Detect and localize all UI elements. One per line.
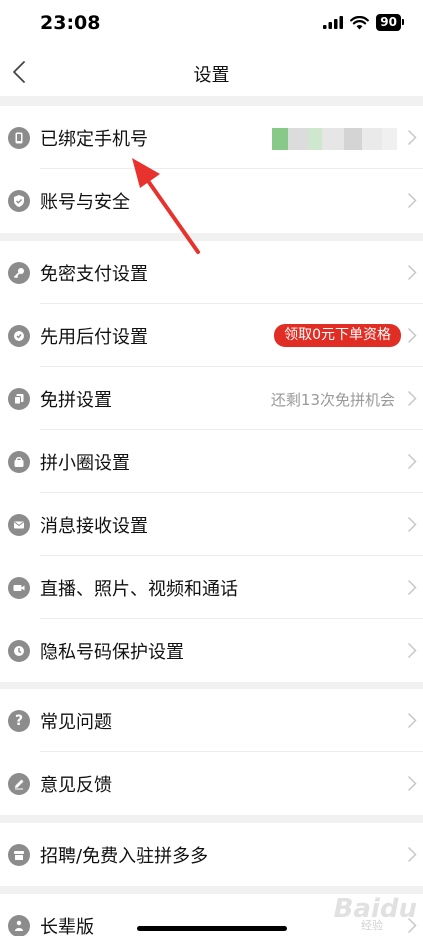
envelope-icon	[8, 514, 30, 536]
settings-row-label: 拼小圈设置	[40, 453, 130, 474]
page-title: 设置	[193, 65, 230, 86]
settings-row-circle[interactable]: 拼小圈设置	[0, 430, 423, 493]
home-indicator	[137, 926, 287, 931]
copy-icon	[8, 388, 30, 410]
settings-row-feedback[interactable]: 意见反馈	[0, 752, 423, 815]
settings-row-bound-phone[interactable]: 已绑定手机号	[0, 106, 423, 169]
settings-group-recruit: 招聘/免费入驻拼多多	[0, 823, 423, 886]
chevron-right-icon	[407, 129, 417, 146]
status-bar: 23:08 90	[0, 0, 423, 48]
settings-row-faq[interactable]: ? 常见问题	[0, 689, 423, 752]
chevron-right-icon	[407, 642, 417, 659]
settings-group-payment-privacy: 免密支付设置 先用后付设置 领取0元下单资格 免拼设置 还剩13次免拼机会 拼小…	[0, 241, 423, 682]
key-icon	[8, 262, 30, 284]
settings-row-media-call[interactable]: 直播、照片、视频和通话	[0, 556, 423, 619]
chevron-right-icon	[407, 390, 417, 407]
nav-bar: 设置	[0, 48, 423, 96]
battery-indicator: 90	[376, 14, 404, 31]
status-icons: 90	[323, 14, 404, 31]
settings-row-label: 消息接收设置	[40, 516, 148, 537]
pencil-icon	[8, 773, 30, 795]
settings-row-label: 意见反馈	[40, 775, 112, 796]
settings-row-label: 免拼设置	[40, 390, 112, 411]
settings-group-account: 已绑定手机号 账号与安全	[0, 106, 423, 233]
chevron-right-icon	[407, 453, 417, 470]
settings-row-label: 先用后付设置	[40, 327, 148, 348]
video-camera-icon	[8, 577, 30, 599]
status-time: 23:08	[40, 12, 101, 34]
phone-icon	[8, 127, 30, 149]
settings-row-label: 隐私号码保护设置	[40, 642, 184, 663]
settings-row-password-free-pay[interactable]: 免密支付设置	[0, 241, 423, 304]
shield-check-icon	[8, 190, 30, 212]
settings-row-label: 直播、照片、视频和通话	[40, 579, 238, 600]
privacy-shield-icon	[8, 640, 30, 662]
bag-icon	[8, 451, 30, 473]
settings-group-help: ? 常见问题 意见反馈	[0, 689, 423, 815]
chevron-right-icon	[407, 192, 417, 209]
signal-icon	[323, 16, 344, 29]
chevron-right-icon	[407, 846, 417, 863]
store-icon	[8, 844, 30, 866]
chevron-right-icon	[407, 712, 417, 729]
settings-row-privacy-number[interactable]: 隐私号码保护设置	[0, 619, 423, 682]
promo-badge[interactable]: 领取0元下单资格	[274, 324, 401, 347]
settings-row-label: 招聘/免费入驻拼多多	[40, 846, 209, 867]
elder-icon	[8, 915, 30, 936]
chevron-right-icon	[407, 327, 417, 344]
settings-row-account-security[interactable]: 账号与安全	[0, 169, 423, 232]
settings-row-group-free[interactable]: 免拼设置 还剩13次免拼机会	[0, 367, 423, 430]
chevron-right-icon	[407, 516, 417, 533]
masked-phone-number	[272, 128, 397, 150]
settings-row-value: 还剩13次免拼机会	[270, 391, 395, 409]
settings-row-label: 免密支付设置	[40, 264, 148, 285]
wifi-icon	[350, 15, 370, 29]
settings-row-recruit[interactable]: 招聘/免费入驻拼多多	[0, 823, 423, 886]
chevron-right-icon	[407, 579, 417, 596]
question-icon: ?	[8, 710, 30, 732]
watermark-sub: 经验	[361, 919, 383, 932]
gear-badge-icon	[8, 325, 30, 347]
chevron-right-icon	[407, 264, 417, 281]
annotation-arrow-icon	[132, 158, 200, 254]
settings-row-label: 常见问题	[40, 712, 112, 733]
settings-row-pay-later[interactable]: 先用后付设置 领取0元下单资格	[0, 304, 423, 367]
settings-row-message[interactable]: 消息接收设置	[0, 493, 423, 556]
chevron-right-icon	[407, 775, 417, 792]
settings-row-label: 长辈版	[40, 917, 94, 936]
